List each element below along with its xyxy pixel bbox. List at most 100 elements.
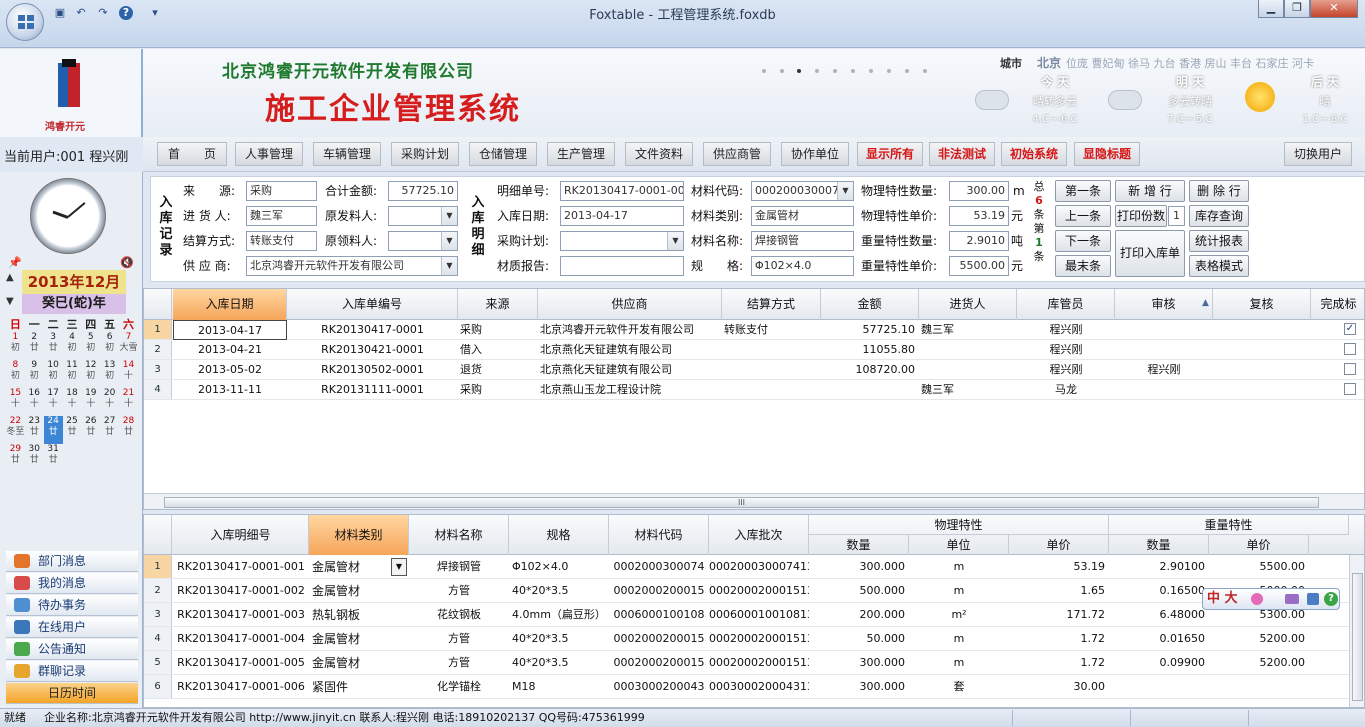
chevron-down-icon[interactable]: ▼ (837, 182, 853, 200)
table-cell[interactable]: RK20130417-0001-005 (173, 651, 309, 675)
table-cell[interactable]: 套 (909, 675, 1009, 699)
table-cell[interactable]: 转账支付 (722, 320, 821, 340)
table-cell[interactable]: 0006000100108 (609, 603, 709, 627)
table-cell[interactable]: 500.000 (809, 579, 909, 603)
stock-query-button[interactable]: 库存查询 (1189, 205, 1249, 227)
calendar-day[interactable]: 26 廿 (81, 416, 100, 444)
table-cell[interactable]: 11055.80 (821, 340, 919, 360)
nav-partners[interactable]: 协作单位 (781, 142, 849, 166)
table-cell[interactable]: 热轧钢板 (309, 603, 409, 627)
table-cell[interactable]: 1.72 (1009, 627, 1109, 651)
table-cell[interactable]: 北京鸿睿开元软件开发有限公司 (538, 320, 722, 340)
table-cell[interactable]: m (909, 627, 1009, 651)
calendar-day[interactable]: 17 十 (44, 388, 63, 416)
table-cell[interactable]: 采购 (458, 320, 538, 340)
carousel-dot[interactable] (923, 69, 927, 73)
table-cell[interactable]: 300.000 (809, 555, 909, 579)
col-header[interactable]: 材料代码 (609, 515, 709, 555)
supplier-select[interactable]: 北京鸿睿开元软件开发有限公司 ▼ (246, 256, 458, 276)
col-header[interactable]: 完成标 (1311, 289, 1364, 320)
carousel-dot[interactable] (851, 69, 855, 73)
chevron-down-icon[interactable]: ▼ (441, 257, 457, 275)
complete-checkbox[interactable]: ✓ (1344, 323, 1356, 335)
table-cell[interactable]: m (909, 579, 1009, 603)
current-city[interactable]: 北京 (1037, 54, 1061, 71)
in-records-table[interactable]: 入库日期 入库单编号 来源 供应商 结算方式 金额 进货人 库管员 审核 复核 … (143, 288, 1365, 510)
table-cell[interactable]: 北京燕化天钲建筑有限公司 (538, 360, 722, 380)
table-cell[interactable]: RK20130421-0001 (287, 340, 458, 360)
ime-toolbar[interactable]: 中 大 ? (1202, 588, 1340, 610)
table-cell[interactable]: RK20130417-0001-003 (173, 603, 309, 627)
row-number[interactable]: 2 (144, 340, 172, 359)
nav-vehicle[interactable]: 车辆管理 (313, 142, 381, 166)
row-number[interactable]: 1 (144, 320, 172, 339)
col-header[interactable]: 材料名称 (409, 515, 509, 555)
col-header[interactable]: 单位 (909, 535, 1009, 555)
table-cell[interactable]: 000600010010813 (709, 603, 809, 627)
help-icon[interactable]: ? (1324, 592, 1338, 606)
first-record-button[interactable]: 第一条 (1055, 180, 1111, 202)
calendar-day[interactable]: 28 廿 (119, 416, 138, 444)
calendar-day[interactable]: 1初 (6, 332, 25, 360)
close-button[interactable]: ✕ (1310, 0, 1358, 18)
print-copies-field[interactable]: 1 (1168, 206, 1185, 226)
table-cell[interactable]: 300.000 (809, 651, 909, 675)
calendar-day[interactable]: 24 廿 (43, 416, 63, 444)
carousel-dot[interactable] (762, 69, 766, 73)
table-cell[interactable]: 焊接钢管 (409, 555, 509, 579)
prev-month-icon[interactable]: ▲ (6, 272, 14, 283)
h-scrollbar[interactable]: III (144, 493, 1364, 509)
calendar-day[interactable]: 21 十 (119, 388, 138, 416)
table-row[interactable]: 3 2013-05-02 RK20130502-0001 退货 北京燕化天钲建筑有限公司… (144, 360, 1364, 380)
orig-recv-select[interactable]: ▼ (388, 231, 458, 251)
table-cell[interactable]: m² (909, 603, 1009, 627)
table-cell[interactable] (722, 360, 821, 380)
table-row[interactable]: 4 2013-11-11 RK20131111-0001 采购 北京燕山玉龙工程设计院 魏… (144, 380, 1364, 400)
table-cell[interactable]: RK20130417-0001-004 (173, 627, 309, 651)
col-header[interactable]: 数量 (1109, 535, 1209, 555)
table-cell[interactable]: 借入 (458, 340, 538, 360)
calendar-day[interactable]: 22 冬至 (6, 416, 25, 444)
calendar-day[interactable]: 6初 (100, 332, 119, 360)
table-cell[interactable]: 000300020004313 (709, 675, 809, 699)
table-cell[interactable]: 40*20*3.5 (509, 579, 609, 603)
table-cell[interactable]: 金属管材 (309, 651, 409, 675)
nav-show-all[interactable]: 显示所有 (857, 142, 923, 166)
settle-field[interactable]: 转账支付 (246, 231, 317, 251)
quality-report-field[interactable] (560, 256, 684, 276)
calendar-day[interactable]: 16 十 (25, 388, 44, 416)
calendar-day[interactable]: 9初 (25, 360, 44, 388)
total-field[interactable]: 57725.10 (388, 181, 458, 201)
table-cell[interactable]: 50.000 (809, 627, 909, 651)
calendar-day[interactable]: 31 廿 (44, 444, 63, 472)
table-cell[interactable] (722, 340, 821, 360)
table-cell[interactable]: 方管 (409, 627, 509, 651)
table-cell[interactable]: 200.000 (809, 603, 909, 627)
table-cell[interactable]: 程兴刚 (1115, 360, 1213, 380)
minimize-button[interactable]: ▁ (1258, 0, 1284, 18)
table-cell[interactable]: 花纹钢板 (409, 603, 509, 627)
table-cell[interactable] (1115, 380, 1213, 400)
table-cell[interactable] (1213, 360, 1311, 380)
table-cell[interactable]: 2013-04-21 (173, 340, 287, 360)
table-cell[interactable]: 北京燕化天钲建筑有限公司 (538, 340, 722, 360)
table-cell[interactable]: 方管 (409, 651, 509, 675)
calendar-day[interactable]: 20 十 (100, 388, 119, 416)
row-number[interactable]: 5 (144, 651, 172, 674)
table-cell[interactable]: m (909, 555, 1009, 579)
sidebar-item-online-users[interactable]: 在线用户 (6, 617, 138, 638)
carousel-dot-active[interactable] (797, 69, 801, 73)
table-cell[interactable]: m (909, 651, 1009, 675)
table-mode-button[interactable]: 表格模式 (1189, 255, 1249, 277)
table-cell[interactable]: 魏三军 (919, 380, 1017, 400)
delete-row-button[interactable]: 删 除 行 (1189, 180, 1249, 202)
table-cell[interactable]: 退货 (458, 360, 538, 380)
table-row[interactable]: 2 RK20130417-0001-002 金属管材 方管 40*20*3.5 00020… (144, 579, 1349, 603)
sidebar-item-my-messages[interactable]: 我的消息 (6, 573, 138, 594)
calendar-day[interactable]: 2廿 (25, 332, 44, 360)
table-cell[interactable]: 0.16500 (1109, 579, 1209, 603)
next-month-icon[interactable]: ▼ (6, 296, 14, 307)
table-cell[interactable]: 1.65 (1009, 579, 1109, 603)
nav-documents[interactable]: 文件资料 (625, 142, 693, 166)
complete-checkbox[interactable] (1344, 343, 1356, 355)
